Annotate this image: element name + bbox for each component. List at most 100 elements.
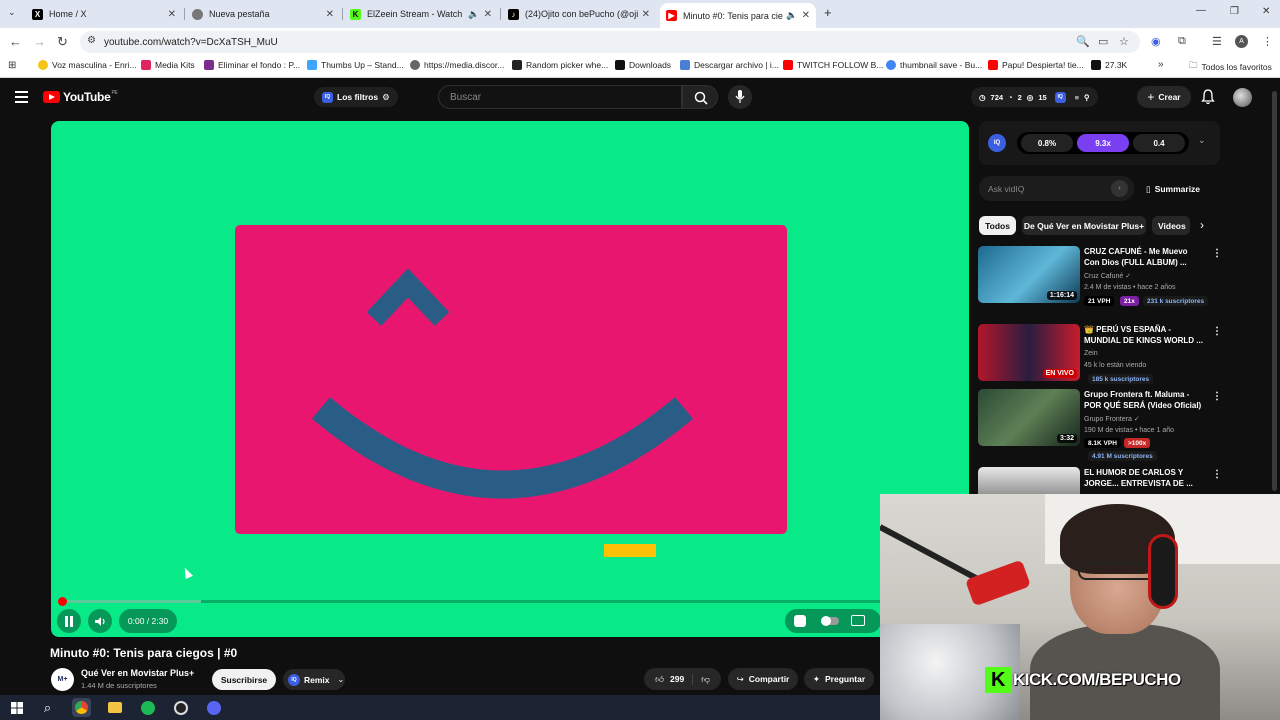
bookmark-item[interactable]: Downloads: [615, 60, 671, 70]
summarize-button[interactable]: ▯ Summarize: [1146, 184, 1200, 195]
user-avatar[interactable]: [1233, 88, 1252, 107]
recommendation-item[interactable]: EN VIVO 👑 PERÚ VS ESPAÑA - MUNDIAL DE KI…: [978, 324, 1222, 386]
video-thumbnail[interactable]: 3:32: [978, 389, 1080, 446]
tab-x[interactable]: X Home / X ✕: [26, 3, 182, 25]
bookmark-item[interactable]: https://media.discor...: [410, 60, 504, 70]
list-icon: ≡: [1074, 92, 1080, 102]
chip-todos[interactable]: Todos: [979, 216, 1016, 235]
bookmark-item[interactable]: Random picker whe...: [512, 60, 608, 70]
youtube-logo[interactable]: YouTube PE: [43, 90, 118, 104]
more-options-icon[interactable]: ⋮: [1212, 469, 1218, 480]
scrollbar[interactable]: [1272, 91, 1277, 491]
chevron-right-icon[interactable]: ›: [1200, 218, 1204, 232]
vidiq-player-icon[interactable]: [794, 615, 806, 627]
taskbar-search-icon[interactable]: ⌕: [38, 698, 57, 717]
tab-youtube-active[interactable]: ▶ Minuto #0: Tenis para ciegos 🔈 ✕: [660, 3, 816, 28]
close-tab-icon[interactable]: ✕: [326, 9, 334, 20]
taskbar-explorer-icon[interactable]: [105, 698, 124, 717]
back-icon[interactable]: ←: [9, 34, 22, 49]
pause-button[interactable]: [57, 609, 81, 633]
remix-button[interactable]: IQ Remix ⌄: [283, 669, 345, 690]
recommendation-item[interactable]: EL HUMOR DE CARLOS Y JORGE... ENTREVISTA…: [978, 467, 1218, 495]
taskbar-chrome-icon[interactable]: [72, 698, 91, 717]
reading-list-icon[interactable]: ☰: [1212, 35, 1222, 48]
close-tab-icon[interactable]: ✕: [802, 10, 810, 21]
bookmark-item[interactable]: Eliminar el fondo : P...: [204, 60, 300, 70]
site-info-icon[interactable]: ⚙: [87, 35, 96, 46]
taskbar-obs-icon[interactable]: [171, 698, 190, 717]
chip-channel[interactable]: De Qué Ver en Movistar Plus+: [1022, 216, 1146, 235]
forward-icon[interactable]: →: [33, 34, 46, 49]
recommendation-item[interactable]: 3:32 Grupo Frontera ft. Maluma - POR QUÉ…: [978, 389, 1222, 461]
search-button[interactable]: [682, 85, 718, 109]
bookmarks-overflow-button[interactable]: »: [1158, 59, 1164, 70]
channel-name[interactable]: Qué Ver en Movistar Plus+: [81, 668, 194, 678]
cast-icon[interactable]: ▭: [1098, 35, 1108, 48]
video-thumbnail[interactable]: 1:16:14: [978, 246, 1080, 303]
vidiq-stats-pill[interactable]: ◷ 724 ◔ 2 ◎ 15 IQ ≡ ⚲: [971, 87, 1098, 107]
progress-scrubber[interactable]: [58, 597, 67, 606]
video-thumbnail[interactable]: EN VIVO: [978, 324, 1080, 381]
recommendation-item[interactable]: 1:16:14 CRUZ CAFUNÉ - Me Muevo Con Dios …: [978, 246, 1222, 308]
menu-hamburger-icon[interactable]: [15, 91, 28, 106]
tab-tiktok[interactable]: ♪ (24)Ojito con bePucho (@ojito... ✕: [502, 3, 656, 25]
bookmark-item[interactable]: thumbnail save - Bu...: [886, 60, 982, 70]
windows-start-icon[interactable]: [7, 698, 26, 717]
ask-submit-icon[interactable]: ›: [1111, 180, 1128, 197]
restore-icon[interactable]: ❐: [1230, 6, 1239, 17]
metric-outlier[interactable]: 9.3x: [1077, 134, 1129, 152]
bookmark-item[interactable]: Descargar archivo | i...: [680, 60, 779, 70]
profile-avatar[interactable]: A: [1235, 35, 1248, 48]
apps-grid-icon[interactable]: ⊞: [8, 60, 16, 71]
metric-score[interactable]: 0.4: [1133, 134, 1185, 152]
youtube-masthead: YouTube PE IQ Los filtros ⚙ Buscar ◷ 724 …: [0, 79, 1280, 115]
bookmark-item[interactable]: Media Kits: [141, 60, 195, 70]
bookmark-star-icon[interactable]: ☆: [1119, 35, 1129, 48]
tab-search-chevron-icon[interactable]: ⌄: [8, 7, 16, 18]
extensions-icon[interactable]: ⧉: [1178, 35, 1186, 48]
minimize-icon[interactable]: —: [1196, 5, 1206, 16]
more-options-icon[interactable]: ⋮: [1212, 248, 1222, 259]
chevron-down-icon[interactable]: ⌄: [1198, 135, 1206, 146]
dislike-button[interactable]: 👎︎: [693, 674, 710, 685]
share-button[interactable]: ↪ Compartir: [728, 668, 798, 690]
new-tab-button[interactable]: +: [824, 5, 832, 20]
subtitles-icon[interactable]: [851, 615, 865, 626]
video-player[interactable]: 0:00 / 2:30: [51, 121, 969, 637]
subscribe-button[interactable]: Suscribirse: [212, 669, 276, 690]
bookmark-item[interactable]: 27.3K: [1091, 60, 1127, 70]
reload-icon[interactable]: ↻: [57, 34, 68, 50]
close-tab-icon[interactable]: ✕: [168, 9, 176, 20]
bookmark-item[interactable]: Thumbs Up – Stand...: [307, 60, 404, 70]
video-thumbnail[interactable]: [978, 467, 1080, 495]
bookmark-item[interactable]: Papu! Despierta! tie...: [988, 60, 1084, 70]
bookmark-item[interactable]: TWITCH FOLLOW B...: [783, 60, 883, 70]
close-tab-icon[interactable]: ✕: [642, 9, 650, 20]
volume-button[interactable]: [88, 609, 112, 633]
close-tab-icon[interactable]: ✕: [484, 9, 492, 20]
create-button[interactable]: + Crear: [1137, 86, 1191, 108]
all-favorites-folder[interactable]: 🗀 Todos los favoritos: [1189, 60, 1272, 74]
more-options-icon[interactable]: ⋮: [1212, 326, 1222, 337]
close-window-icon[interactable]: ✕: [1262, 6, 1270, 17]
chip-videos[interactable]: Videos: [1152, 216, 1190, 235]
metric-engagement[interactable]: 0.8%: [1021, 134, 1073, 152]
taskbar-spotify-icon[interactable]: [138, 698, 157, 717]
voice-search-button[interactable]: [728, 85, 752, 109]
filters-button[interactable]: IQ Los filtros ⚙: [314, 87, 398, 107]
search-input[interactable]: Buscar: [438, 85, 682, 109]
notifications-bell-icon[interactable]: [1201, 89, 1215, 105]
ask-button[interactable]: ✦ Preguntar: [804, 668, 874, 690]
address-bar[interactable]: ⚙ youtube.com/watch?v=DcXaTSH_MuU: [80, 31, 1140, 53]
tab-kick-stream[interactable]: K ElZeein Stream - Watch Live 🔈 ✕: [344, 3, 498, 25]
vidiq-extension-icon[interactable]: ◉: [1151, 35, 1161, 48]
taskbar-discord-icon[interactable]: [204, 698, 223, 717]
channel-avatar[interactable]: M+: [51, 668, 74, 691]
bookmark-item[interactable]: Voz masculina - Enri...: [38, 60, 137, 70]
more-options-icon[interactable]: ⋮: [1212, 391, 1222, 402]
menu-kebab-icon[interactable]: ⋮: [1262, 35, 1273, 48]
like-button[interactable]: 👍︎ 299: [655, 673, 694, 685]
autoplay-toggle[interactable]: [821, 616, 839, 626]
zoom-icon[interactable]: 🔍: [1076, 35, 1090, 48]
tab-new[interactable]: Nueva pestaña ✕: [186, 3, 340, 25]
